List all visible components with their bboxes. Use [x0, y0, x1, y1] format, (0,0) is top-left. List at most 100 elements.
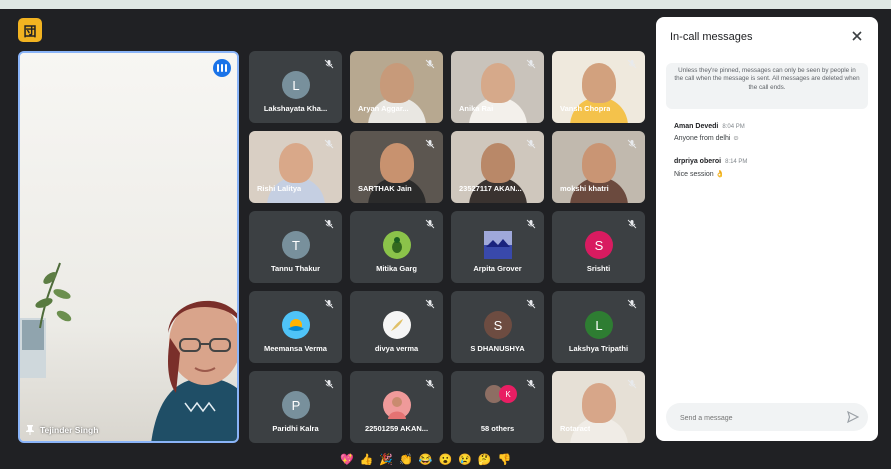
reaction-emoji[interactable]: 🎉: [379, 452, 393, 468]
mic-off-icon: [526, 59, 536, 69]
message-sender: drpriya oberoi: [674, 158, 722, 165]
mic-off-icon: [526, 219, 536, 229]
reaction-emoji[interactable]: 😂: [419, 452, 433, 468]
mic-off-icon: [324, 379, 334, 389]
chat-message: drpriya oberoi 8:14 PM Nice session 👌: [674, 158, 747, 178]
mic-off-icon: [425, 379, 435, 389]
mic-off-icon: [627, 219, 637, 229]
participant-tile[interactable]: Rishi Lalitya: [249, 131, 342, 203]
participant-name: Paridhi Kalra: [272, 424, 319, 433]
reaction-emoji[interactable]: 👍: [360, 452, 374, 468]
participant-tile[interactable]: Arpita Grover: [451, 211, 544, 283]
participant-tile[interactable]: L Lakshayata Kha...: [249, 51, 342, 123]
participant-name: Lakshayata Kha...: [263, 104, 328, 113]
reaction-emoji[interactable]: 😢: [458, 452, 472, 468]
chat-message: Aman Devedi 8:04 PM Anyone from delhi ☺: [674, 123, 745, 142]
participant-head: [582, 143, 616, 183]
chat-title: In-call messages: [670, 31, 753, 43]
participant-avatar: S: [484, 311, 512, 339]
pin-icon[interactable]: [26, 425, 34, 435]
participant-tile[interactable]: divya verma: [350, 291, 443, 363]
participant-head: [582, 63, 616, 103]
participant-name: 23527117 AKAN...: [459, 184, 522, 193]
participant-avatar: S: [585, 231, 613, 259]
others-avatar: K: [499, 385, 517, 403]
participant-head: [380, 63, 414, 103]
participant-avatar: L: [282, 71, 310, 99]
participant-tile[interactable]: Aryan Aggar...: [350, 51, 443, 123]
participant-tile[interactable]: Meemansa Verma: [249, 291, 342, 363]
participant-tile[interactable]: L Lakshya Tripathi: [552, 291, 645, 363]
reaction-emoji[interactable]: 🤔: [478, 452, 492, 468]
participant-tile[interactable]: Rotaract: [552, 371, 645, 443]
mic-off-icon: [627, 379, 637, 389]
main-speaker-name: Tejinder Singh: [40, 425, 99, 435]
reaction-emoji[interactable]: 💖: [340, 452, 354, 468]
participant-name: Tannu Thakur: [270, 264, 321, 273]
mic-off-icon: [425, 139, 435, 149]
main-speaker-tile[interactable]: Tejinder Singh: [18, 51, 239, 443]
participant-tile[interactable]: T Tannu Thakur: [249, 211, 342, 283]
participant-name: Mitika Garg: [376, 264, 417, 273]
participant-avatar: P: [282, 391, 310, 419]
message-text: Anyone from delhi ☺: [674, 135, 740, 142]
participant-tile[interactable]: Anika Rai: [451, 51, 544, 123]
participant-avatar: [383, 391, 411, 419]
mic-off-icon: [526, 299, 536, 309]
participant-name: Rotaract: [560, 424, 591, 433]
mic-off-icon: [425, 59, 435, 69]
participant-avatar: L: [585, 311, 613, 339]
participant-name: 22501259 AKAN...: [364, 424, 429, 433]
participant-name: mokshi khatri: [560, 184, 609, 193]
close-icon[interactable]: [850, 29, 864, 43]
mic-off-icon: [324, 299, 334, 309]
in-call-messages-panel: In-call messages Unless they're pinned, …: [656, 17, 878, 441]
mic-off-icon: [425, 219, 435, 229]
reaction-emoji[interactable]: 😮: [439, 452, 453, 468]
mic-off-icon: [526, 139, 536, 149]
participant-tile[interactable]: Vansh Chopra: [552, 51, 645, 123]
participant-avatar: [383, 311, 411, 339]
message-text: Nice session 👌: [674, 171, 725, 178]
send-icon[interactable]: [847, 411, 859, 423]
participant-tile[interactable]: 22501259 AKAN...: [350, 371, 443, 443]
participant-name: S DHANUSHYA: [470, 344, 525, 353]
send-message-input[interactable]: [678, 410, 842, 426]
mic-off-icon: [425, 299, 435, 309]
plant-image: [20, 262, 72, 378]
participant-head: [481, 143, 515, 183]
message-time: 8:14 PM: [725, 159, 748, 165]
participant-tile[interactable]: K 58 others: [451, 371, 544, 443]
reaction-emoji[interactable]: 👏: [399, 452, 413, 468]
participant-avatar: T: [282, 231, 310, 259]
mic-off-icon: [324, 59, 334, 69]
mic-off-icon: [526, 379, 536, 389]
participant-tile[interactable]: 23527117 AKAN...: [451, 131, 544, 203]
participant-tile[interactable]: S S DHANUSHYA: [451, 291, 544, 363]
mic-off-icon: [627, 139, 637, 149]
participant-name: SARTHAK Jain: [358, 184, 412, 193]
speaker-video: [151, 300, 237, 441]
participant-name: Aryan Aggar...: [358, 104, 409, 113]
participant-head: [279, 143, 313, 183]
meeting-info-icon[interactable]: 団: [18, 18, 42, 42]
participant-head: [481, 63, 515, 103]
window-top-strip: [0, 0, 891, 9]
participant-tile[interactable]: S Srishti: [552, 211, 645, 283]
reaction-emoji[interactable]: 👎: [498, 452, 512, 468]
participant-tile[interactable]: Mitika Garg: [350, 211, 443, 283]
participant-name: Rishi Lalitya: [257, 184, 302, 193]
speaking-indicator-icon: [213, 59, 231, 77]
participant-tile[interactable]: SARTHAK Jain: [350, 131, 443, 203]
participant-avatar: [282, 311, 310, 339]
participant-avatar: [484, 231, 512, 259]
participant-name: Meemansa Verma: [264, 344, 327, 353]
participant-tile[interactable]: mokshi khatri: [552, 131, 645, 203]
participant-name: Anika Rai: [459, 104, 494, 113]
participant-head: [380, 143, 414, 183]
message-time: 8:04 PM: [722, 124, 745, 130]
participant-tile[interactable]: P Paridhi Kalra: [249, 371, 342, 443]
participant-name: Lakshya Tripathi: [568, 344, 629, 353]
mic-off-icon: [324, 139, 334, 149]
participant-head: [582, 383, 616, 423]
